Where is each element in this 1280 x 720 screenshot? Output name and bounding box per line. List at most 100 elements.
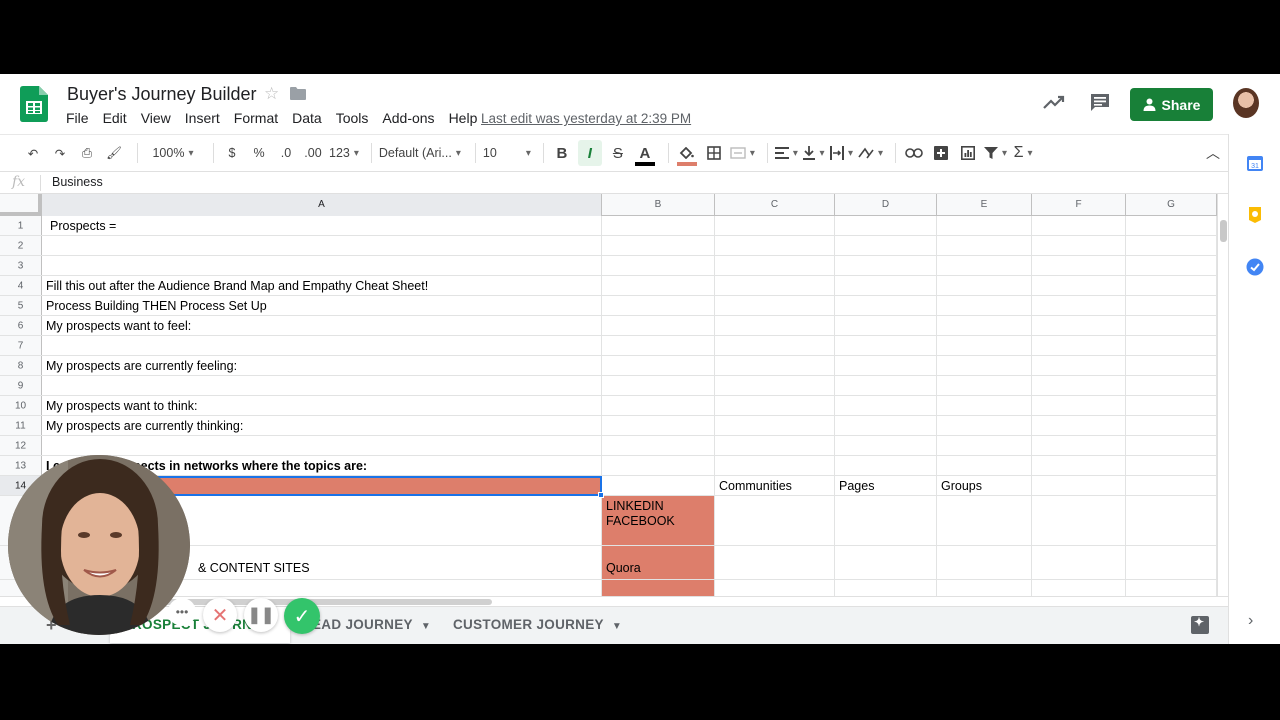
menu-file[interactable]: File (66, 110, 89, 126)
select-all-corner[interactable] (0, 194, 42, 216)
menu-edit[interactable]: Edit (103, 110, 127, 126)
cell[interactable] (42, 336, 602, 355)
cell[interactable] (937, 376, 1032, 395)
cell[interactable] (1126, 236, 1217, 255)
cell[interactable] (835, 256, 937, 275)
tasks-icon[interactable] (1246, 258, 1264, 276)
row-header[interactable]: 3 (0, 256, 42, 275)
keep-icon[interactable] (1246, 206, 1264, 224)
cell[interactable] (1126, 416, 1217, 435)
cell[interactable] (1032, 396, 1126, 415)
cell[interactable] (1126, 580, 1217, 596)
document-title[interactable]: Buyer's Journey Builder (67, 84, 257, 105)
functions-icon[interactable]: Σ (1012, 140, 1034, 166)
share-button[interactable]: Share (1130, 88, 1213, 121)
comment-icon[interactable] (1090, 93, 1110, 112)
cell[interactable] (835, 276, 937, 295)
cell[interactable] (1032, 216, 1126, 235)
cell[interactable] (937, 546, 1032, 579)
menu-view[interactable]: View (141, 110, 171, 126)
checkmark-icon[interactable]: ✓ (284, 598, 320, 634)
cell[interactable] (835, 236, 937, 255)
cell[interactable] (602, 476, 715, 495)
vertical-scroll-thumb[interactable] (1220, 220, 1227, 242)
cell[interactable] (937, 316, 1032, 335)
cell[interactable] (1032, 296, 1126, 315)
avatar[interactable] (1233, 88, 1259, 118)
zoom-select[interactable]: 100% (145, 140, 201, 166)
currency-format-button[interactable]: $ (221, 140, 243, 166)
cell[interactable] (1032, 416, 1126, 435)
cell[interactable] (1126, 276, 1217, 295)
menu-data[interactable]: Data (292, 110, 322, 126)
redo-icon[interactable]: ↷ (49, 140, 71, 166)
tab-lead-journey[interactable]: EAD JOURNEY ▼ (302, 607, 441, 643)
cell[interactable] (1126, 296, 1217, 315)
row-header[interactable]: 2 (0, 236, 42, 255)
filter-icon[interactable] (984, 140, 1007, 166)
column-header-g[interactable]: G (1126, 194, 1217, 216)
cell[interactable] (937, 236, 1032, 255)
cell-d14[interactable]: Pages (835, 476, 937, 495)
pause-icon[interactable]: ❚❚ (244, 598, 278, 632)
cell[interactable] (715, 276, 835, 295)
row-header[interactable]: 11 (0, 416, 42, 435)
cell[interactable] (715, 396, 835, 415)
cell[interactable] (602, 256, 715, 275)
tab-customer-journey[interactable]: CUSTOMER JOURNEY ▼ (443, 607, 632, 643)
column-header-e[interactable]: E (937, 194, 1032, 216)
cell[interactable] (1032, 256, 1126, 275)
cell[interactable] (1126, 456, 1217, 475)
menu-tools[interactable]: Tools (336, 110, 369, 126)
paint-format-icon[interactable]: 🖌 (103, 140, 125, 166)
cell[interactable] (1032, 436, 1126, 455)
cell[interactable] (42, 256, 602, 275)
number-format-select[interactable]: 123 (329, 140, 359, 166)
cell[interactable] (835, 216, 937, 235)
cell[interactable] (1032, 456, 1126, 475)
cell[interactable] (715, 356, 835, 375)
cell[interactable] (1032, 476, 1126, 495)
column-header-d[interactable]: D (835, 194, 937, 216)
cell[interactable] (602, 456, 715, 475)
italic-button[interactable]: I (577, 140, 602, 166)
cell[interactable] (715, 546, 835, 579)
cell[interactable] (1032, 356, 1126, 375)
star-icon[interactable]: ☆ (264, 84, 279, 104)
percent-format-button[interactable]: % (248, 140, 270, 166)
decrease-decimal-button[interactable]: .0 (275, 140, 297, 166)
chevron-right-icon[interactable]: › (1248, 612, 1253, 630)
cell[interactable] (1032, 236, 1126, 255)
calendar-icon[interactable]: 31 (1246, 154, 1264, 172)
cell[interactable] (1032, 580, 1126, 596)
cell[interactable] (715, 376, 835, 395)
cell[interactable] (1032, 376, 1126, 395)
cell-c14[interactable]: Communities (715, 476, 835, 495)
cell[interactable] (1126, 496, 1217, 545)
font-size-select[interactable]: 10 (483, 140, 531, 166)
menu-format[interactable]: Format (234, 110, 278, 126)
vertical-align-icon[interactable] (803, 140, 825, 166)
cell[interactable] (835, 336, 937, 355)
trend-icon[interactable] (1043, 94, 1065, 110)
cell[interactable] (835, 376, 937, 395)
row-header[interactable]: 5 (0, 296, 42, 315)
cell[interactable] (715, 256, 835, 275)
cell[interactable] (602, 416, 715, 435)
cell[interactable] (1032, 276, 1126, 295)
cell[interactable] (42, 436, 602, 455)
insert-chart-icon[interactable] (957, 140, 979, 166)
cell[interactable] (602, 216, 715, 235)
horizontal-align-icon[interactable] (774, 140, 798, 166)
cell[interactable] (1126, 356, 1217, 375)
strikethrough-button[interactable]: S (607, 140, 629, 166)
cell-b15[interactable]: LINKEDIN FACEBOOK (602, 496, 715, 545)
cell[interactable] (1032, 546, 1126, 579)
fill-handle[interactable] (598, 492, 604, 498)
cell[interactable] (1126, 436, 1217, 455)
cell[interactable] (1126, 546, 1217, 579)
cell[interactable] (715, 216, 835, 235)
explore-icon[interactable] (1191, 615, 1209, 634)
cell[interactable] (602, 580, 715, 596)
column-header-c[interactable]: C (715, 194, 835, 216)
